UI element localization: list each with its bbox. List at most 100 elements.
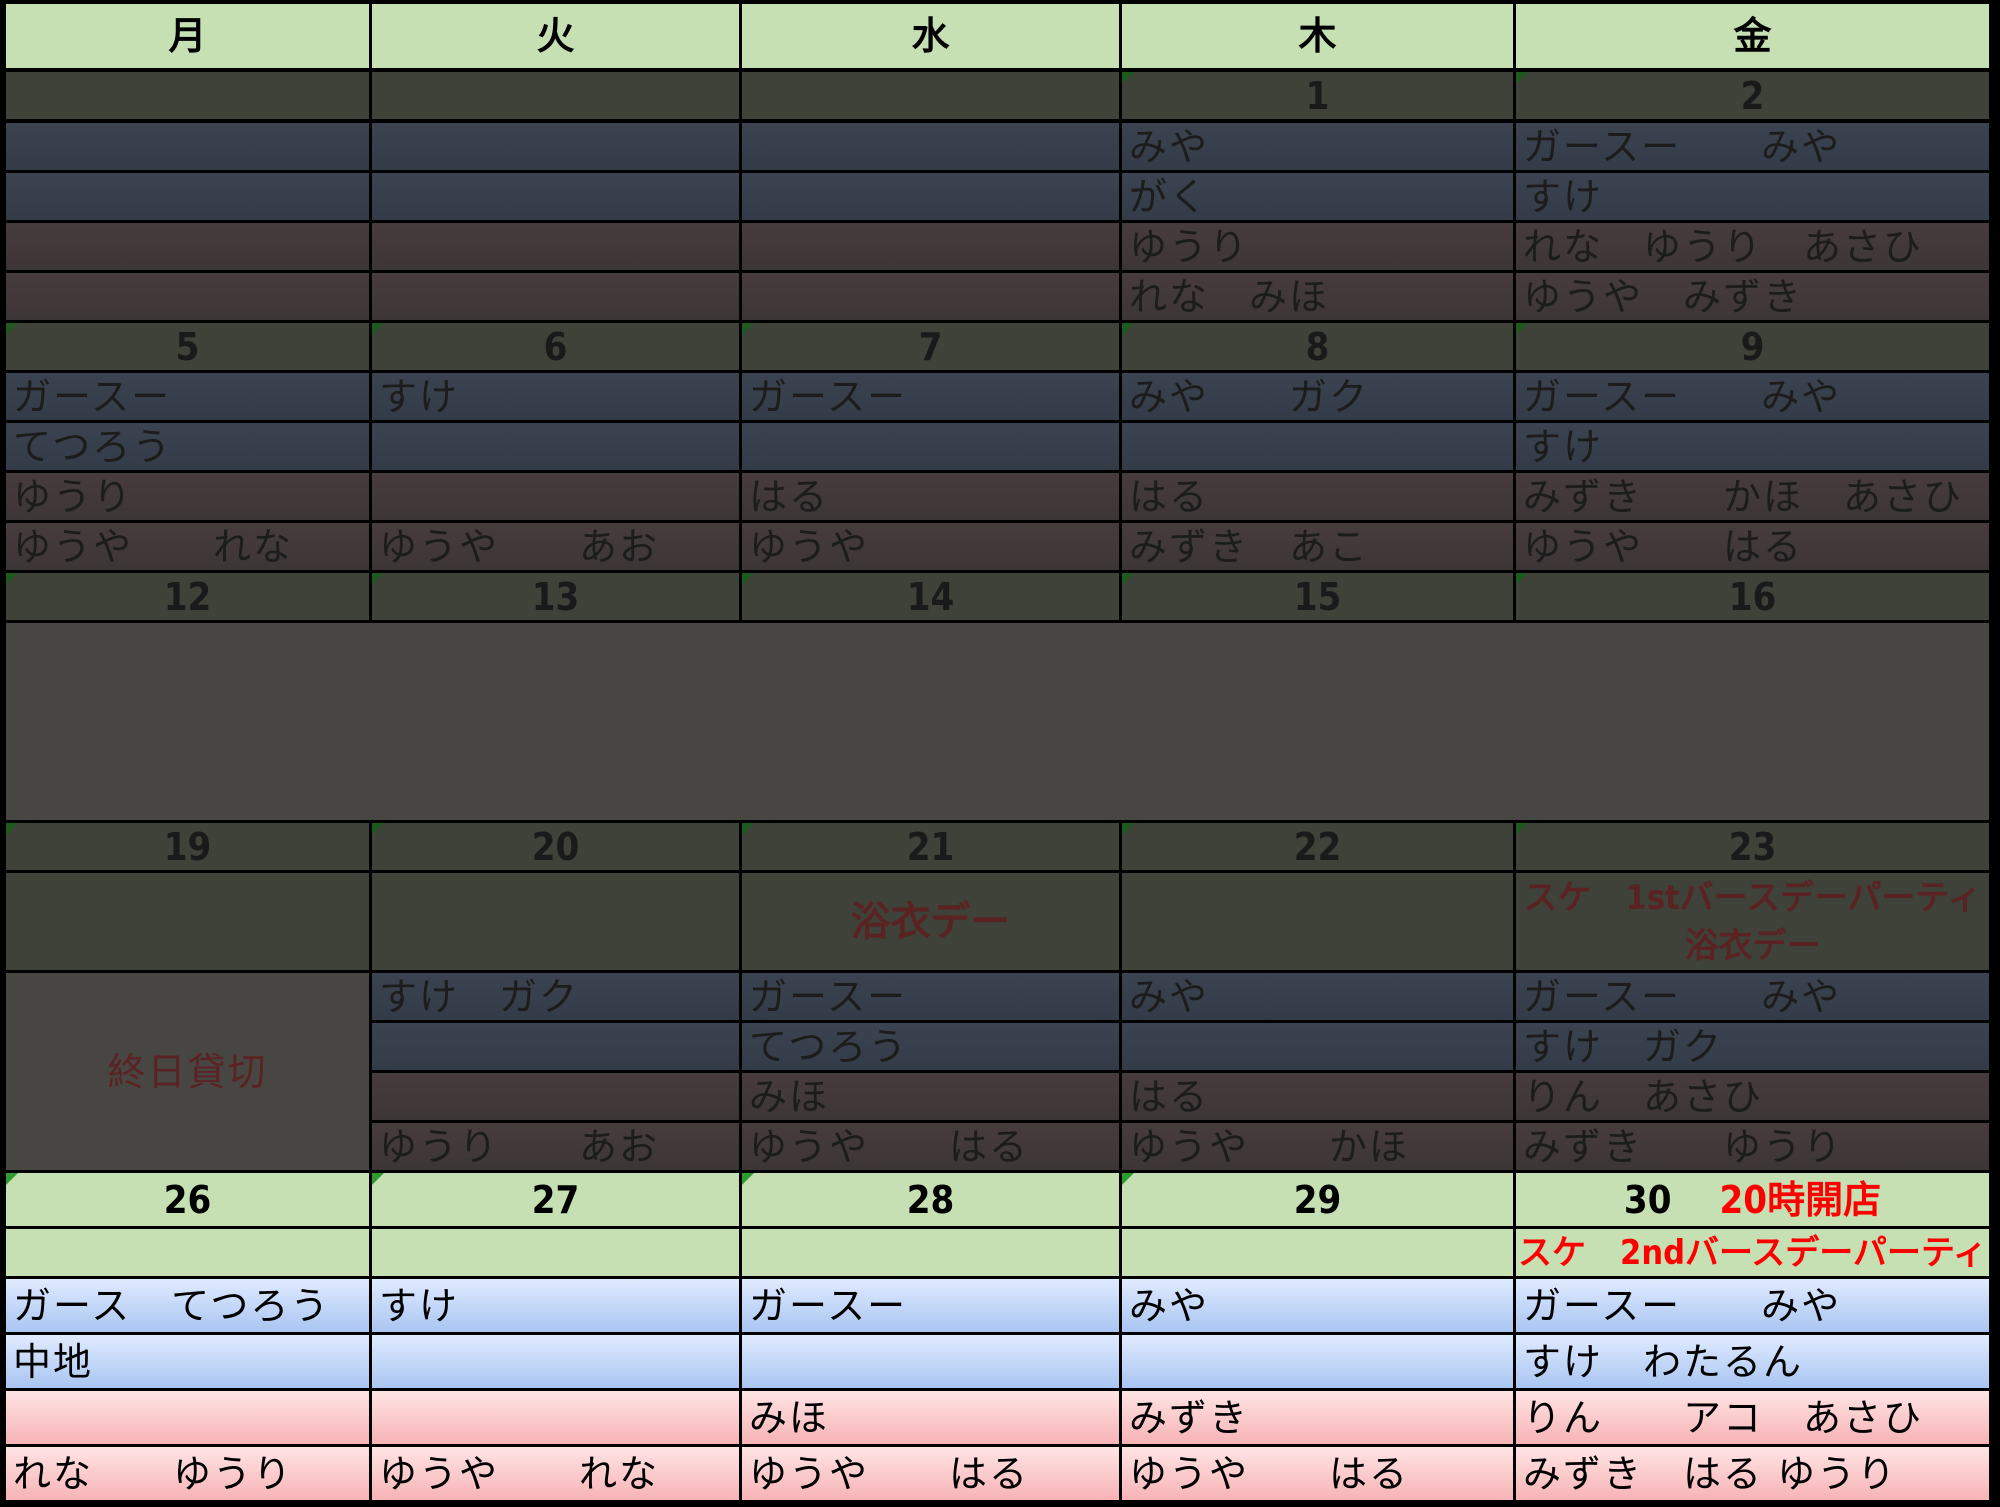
shift-cell[interactable]: すけ — [372, 373, 739, 420]
shift-cell[interactable]: みずき あこ — [1122, 523, 1513, 570]
event-cell[interactable]: 浴衣デー — [742, 873, 1119, 970]
shift-cell[interactable]: みや ガク — [1122, 373, 1513, 420]
date-cell[interactable]: 15 — [1122, 573, 1513, 620]
date-cell[interactable]: 14 — [742, 573, 1119, 620]
date-cell[interactable]: 23 — [1516, 823, 1989, 870]
shift-cell-empty[interactable] — [372, 1391, 739, 1444]
date-cell[interactable]: 1 — [1122, 72, 1513, 119]
shift-cell-empty[interactable] — [742, 123, 1119, 170]
date-cell-empty[interactable] — [372, 72, 739, 119]
date-cell[interactable]: 28 — [742, 1173, 1119, 1226]
shift-cell[interactable]: りん アコ あさひ — [1516, 1391, 1989, 1444]
date-cell[interactable]: 7 — [742, 323, 1119, 370]
date-cell[interactable]: 19 — [6, 823, 369, 870]
date-cell-empty[interactable] — [742, 72, 1119, 119]
shift-cell[interactable]: ゆうや あお — [372, 523, 739, 570]
shift-cell[interactable]: ゆうや はる — [1122, 1447, 1513, 1500]
shift-cell-empty[interactable] — [372, 223, 739, 270]
shift-cell-empty[interactable] — [6, 273, 369, 320]
shift-cell[interactable]: ゆうや はる — [742, 1123, 1119, 1170]
shift-cell[interactable]: ゆうや かほ — [1122, 1123, 1513, 1170]
date-cell[interactable]: 26 — [6, 1173, 369, 1226]
shift-cell[interactable]: れな ゆうり あさひ — [1516, 223, 1989, 270]
event-cell-empty[interactable] — [372, 1229, 739, 1276]
shift-cell[interactable]: すけ ガク — [1516, 1023, 1989, 1070]
shift-cell-empty[interactable] — [742, 273, 1119, 320]
shift-cell[interactable]: ガースー みや — [1516, 973, 1989, 1020]
shift-cell[interactable]: みや — [1122, 973, 1513, 1020]
shift-cell-empty[interactable] — [1122, 1335, 1513, 1388]
event-cell-empty[interactable] — [742, 1229, 1119, 1276]
shift-cell[interactable]: ゆうや れな — [6, 523, 369, 570]
date-cell[interactable]: 22 — [1122, 823, 1513, 870]
shift-cell[interactable]: みや — [1122, 123, 1513, 170]
shift-cell-empty[interactable] — [372, 273, 739, 320]
shift-cell-empty[interactable] — [372, 473, 739, 520]
shift-cell[interactable]: ガースー みや — [1516, 1279, 1989, 1332]
shift-cell-empty[interactable] — [742, 1335, 1119, 1388]
shift-cell[interactable]: はる — [1122, 1073, 1513, 1120]
event-cell-empty[interactable] — [1122, 873, 1513, 970]
event-cell[interactable]: スケ 1stバースデーパーティ 浴衣デー — [1516, 873, 1989, 970]
shift-cell[interactable]: ゆうり — [1122, 223, 1513, 270]
shift-cell[interactable]: りん あさひ — [1516, 1073, 1989, 1120]
event-cell-empty[interactable] — [6, 873, 369, 970]
shift-cell[interactable]: すけ ガク — [372, 973, 739, 1020]
date-cell[interactable]: 29 — [1122, 1173, 1513, 1226]
shift-cell[interactable]: ガースー — [742, 373, 1119, 420]
shift-cell[interactable]: ゆうや はる — [742, 1447, 1119, 1500]
shift-cell[interactable]: みほ — [742, 1073, 1119, 1120]
shift-cell[interactable]: ゆうり — [6, 473, 369, 520]
date-cell[interactable]: 27 — [372, 1173, 739, 1226]
shift-cell[interactable]: みずき はる ゆうり — [1516, 1447, 1989, 1500]
date-cell[interactable]: 20 — [372, 823, 739, 870]
shift-cell[interactable]: すけ わたるん — [1516, 1335, 1989, 1388]
shift-cell[interactable]: 中地 — [6, 1335, 369, 1388]
shift-cell[interactable]: れな みほ — [1122, 273, 1513, 320]
shift-cell[interactable]: てつろう — [6, 423, 369, 470]
date-cell[interactable]: 9 — [1516, 323, 1989, 370]
date-cell[interactable]: 8 — [1122, 323, 1513, 370]
shift-cell-empty[interactable] — [372, 1023, 739, 1070]
shift-cell[interactable]: ゆうや — [742, 523, 1119, 570]
shift-cell-empty[interactable] — [742, 423, 1119, 470]
shift-cell-empty[interactable] — [6, 173, 369, 220]
date-cell[interactable]: 30 20時開店 — [1516, 1173, 1989, 1226]
date-cell[interactable]: 6 — [372, 323, 739, 370]
shift-cell[interactable]: はる — [742, 473, 1119, 520]
shift-cell[interactable]: すけ — [1516, 173, 1989, 220]
date-cell[interactable]: 16 — [1516, 573, 1989, 620]
shift-cell[interactable]: みずき かほ あさひ — [1516, 473, 1989, 520]
date-cell[interactable]: 5 — [6, 323, 369, 370]
shift-cell[interactable]: みや — [1122, 1279, 1513, 1332]
shift-cell-empty[interactable] — [6, 123, 369, 170]
shift-cell-empty[interactable] — [372, 423, 739, 470]
shift-cell[interactable]: すけ — [1516, 423, 1989, 470]
shift-cell[interactable]: ガースー みや — [1516, 123, 1989, 170]
shift-cell[interactable]: みずき ゆうり — [1516, 1123, 1989, 1170]
shift-cell[interactable]: てつろう — [742, 1023, 1119, 1070]
shift-cell[interactable]: みほ — [742, 1391, 1119, 1444]
fully-booked-block[interactable]: 終日貸切 — [6, 973, 369, 1170]
shift-cell-empty[interactable] — [372, 1073, 739, 1120]
event-cell-empty[interactable] — [6, 1229, 369, 1276]
shift-cell-empty[interactable] — [742, 173, 1119, 220]
date-cell-empty[interactable] — [6, 72, 369, 119]
shift-cell[interactable]: ゆうり あお — [372, 1123, 739, 1170]
shift-cell-empty[interactable] — [6, 223, 369, 270]
shift-cell[interactable]: みずき — [1122, 1391, 1513, 1444]
shift-cell[interactable]: ゆうや みずき — [1516, 273, 1989, 320]
shift-cell-empty[interactable] — [1122, 1023, 1513, 1070]
event-cell-empty[interactable] — [372, 873, 739, 970]
shift-cell[interactable]: ガースー みや — [1516, 373, 1989, 420]
shift-cell-empty[interactable] — [372, 173, 739, 220]
shift-cell-empty[interactable] — [1122, 423, 1513, 470]
shift-cell[interactable]: ガースー — [742, 973, 1119, 1020]
shift-cell[interactable]: ゆうや はる — [1516, 523, 1989, 570]
shift-cell[interactable]: すけ — [372, 1279, 739, 1332]
date-cell[interactable]: 2 — [1516, 72, 1989, 119]
date-cell[interactable]: 21 — [742, 823, 1119, 870]
shift-cell[interactable]: ガースー — [6, 373, 369, 420]
shift-cell[interactable]: はる — [1122, 473, 1513, 520]
shift-cell-empty[interactable] — [372, 1335, 739, 1388]
